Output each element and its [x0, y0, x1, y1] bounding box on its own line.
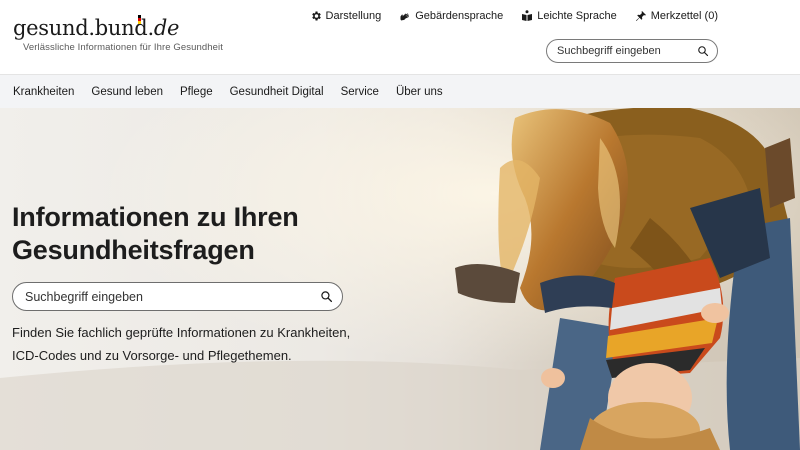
search-icon[interactable]: [697, 45, 709, 57]
gear-icon: [311, 11, 321, 21]
meta-gebaerdensprache-link[interactable]: Gebärdensprache: [390, 9, 512, 23]
meta-gebaerdensprache-label: Gebärdensprache: [415, 10, 504, 22]
logo-tld: de: [153, 16, 180, 40]
meta-leichte-sprache-link[interactable]: Leichte Sprache: [512, 9, 626, 23]
main-navigation: Krankheiten Gesund leben Pflege Gesundhe…: [0, 74, 800, 108]
logo-tagline: Verlässliche Informationen für Ihre Gesu…: [23, 42, 223, 53]
hero-description: Finden Sie fachlich geprüfte Information…: [12, 325, 351, 363]
hero-search-input[interactable]: [25, 289, 305, 304]
hero-search: [12, 282, 343, 311]
easy-language-icon: [522, 10, 533, 21]
hero-section: Informationen zu Ihren Gesundheitsfragen…: [0, 108, 800, 450]
sign-language-icon: [400, 13, 410, 21]
site-logo[interactable]: gesund.bund.de Verlässliche Informatione…: [13, 15, 223, 53]
hero-title: Informationen zu Ihren Gesundheitsfragen: [12, 202, 299, 265]
header-search: [546, 39, 718, 63]
pin-icon: [635, 11, 646, 21]
search-icon[interactable]: [320, 290, 333, 303]
nav-item-pflege[interactable]: Pflege: [180, 86, 213, 98]
meta-merkzettel-label: Merkzettel (0): [650, 10, 718, 22]
nav-item-service[interactable]: Service: [341, 86, 379, 98]
nav-item-gesundheit-digital[interactable]: Gesundheit Digital: [230, 86, 324, 98]
meta-leichte-sprache-label: Leichte Sprache: [537, 10, 617, 22]
logo-wordmark: gesund.bund.de: [13, 15, 180, 40]
meta-darstellung-label: Darstellung: [325, 10, 382, 22]
site-header: gesund.bund.de Verlässliche Informatione…: [0, 0, 800, 74]
flag-icon: [138, 15, 141, 24]
nav-item-gesund-leben[interactable]: Gesund leben: [91, 86, 163, 98]
logo-name: gesund.bund: [13, 16, 148, 40]
hero-image: [0, 108, 800, 450]
meta-navigation: Darstellung Gebärdensprache Leichte Spra…: [301, 9, 718, 23]
meta-darstellung-link[interactable]: Darstellung: [301, 9, 391, 23]
meta-merkzettel-link[interactable]: Merkzettel (0): [626, 9, 718, 23]
nav-item-ueber-uns[interactable]: Über uns: [396, 86, 443, 98]
header-search-input[interactable]: [557, 45, 687, 57]
nav-item-krankheiten[interactable]: Krankheiten: [13, 86, 74, 98]
